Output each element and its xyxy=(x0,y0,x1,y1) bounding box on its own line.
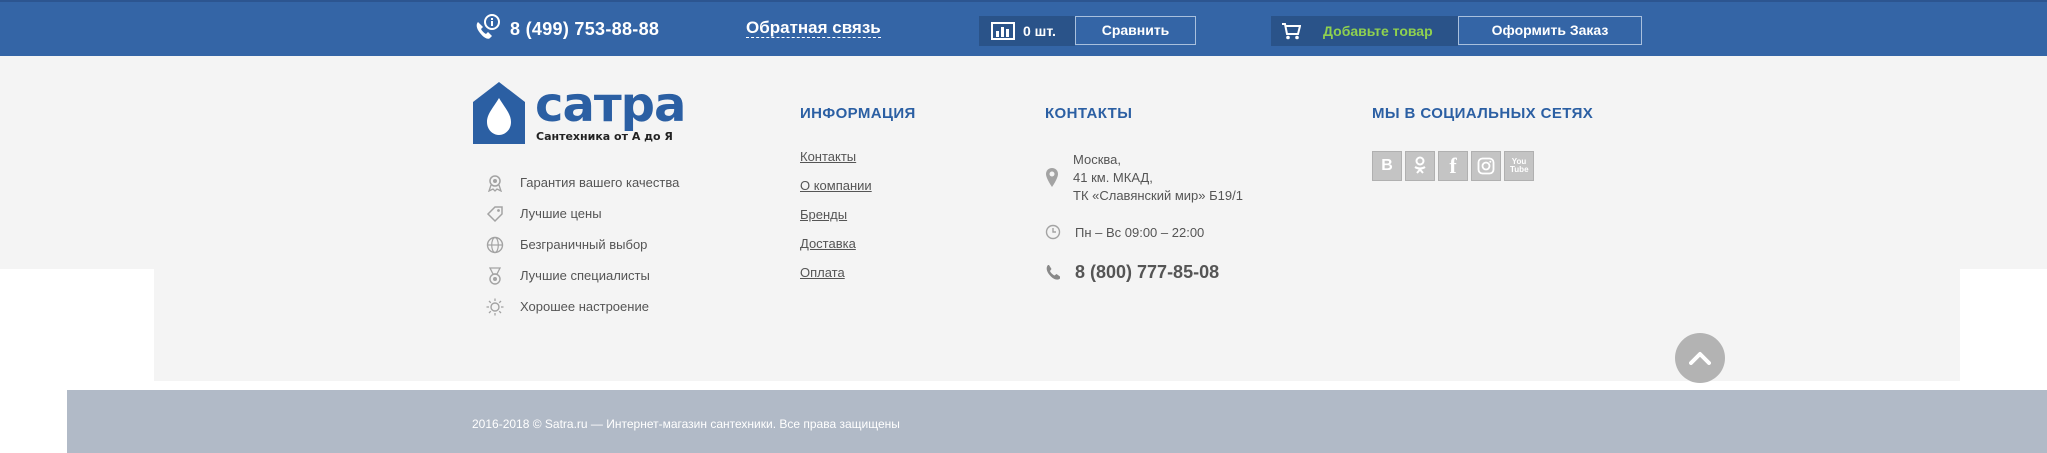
feature-label: Лучшие специалисты xyxy=(520,268,650,283)
right-gap xyxy=(1960,269,2047,369)
feature-label: Лучшие цены xyxy=(520,206,602,221)
left-gap xyxy=(0,269,154,381)
feature-item: Гарантия вашего качества xyxy=(486,167,679,198)
contact-address: Москва, 41 км. МКАД, ТК «Славянский мир»… xyxy=(1045,151,1243,205)
feature-item: Безграничный выбор xyxy=(486,229,679,260)
top-bar: 8 (499) 753-88-88 Обратная связь 0 шт. С… xyxy=(0,0,2047,56)
phone-info-icon xyxy=(476,14,500,39)
link-about[interactable]: О компании xyxy=(800,177,872,206)
social-icons: В f You Tube xyxy=(1372,151,1537,181)
contact-phone-number[interactable]: 8 (800) 777-85-08 xyxy=(1075,262,1219,283)
link-contacts[interactable]: Контакты xyxy=(800,148,872,177)
link-payment[interactable]: Оплата xyxy=(800,264,872,293)
logo-drop-icon[interactable] xyxy=(473,82,525,144)
header-phone-number[interactable]: 8 (499) 753-88-88 xyxy=(510,19,659,40)
badge-icon xyxy=(487,174,503,192)
logo-tagline: Сантехника от А до Я xyxy=(536,130,673,143)
feature-label: Хорошее настроение xyxy=(520,299,649,314)
compare-count: 0 шт. xyxy=(1023,23,1056,39)
cart-icon xyxy=(1282,23,1301,40)
address-line: ТК «Славянский мир» Б19/1 xyxy=(1073,188,1243,203)
map-pin-icon xyxy=(1046,168,1058,187)
contacts-title: КОНТАКТЫ xyxy=(1045,105,1133,122)
instagram-icon[interactable] xyxy=(1471,151,1501,181)
compare-counter[interactable]: 0 шт. xyxy=(979,16,1075,46)
facebook-icon[interactable]: f xyxy=(1438,151,1468,181)
feature-item: Лучшие цены xyxy=(486,198,679,229)
contact-phone[interactable]: 8 (800) 777-85-08 xyxy=(1045,262,1219,283)
odnoklassniki-icon[interactable] xyxy=(1405,151,1435,181)
feature-label: Безграничный выбор xyxy=(520,237,648,252)
logo-text[interactable]: сатра xyxy=(535,80,686,130)
feature-item: Хорошее настроение xyxy=(486,291,679,322)
scroll-top-button[interactable] xyxy=(1675,333,1725,383)
feature-label: Гарантия вашего качества xyxy=(520,175,680,190)
compare-button[interactable]: Сравнить xyxy=(1075,16,1196,45)
cart-add-goods-text: Добавьте товар xyxy=(1323,23,1433,39)
sun-icon xyxy=(486,298,504,315)
clock-icon xyxy=(1045,224,1061,240)
link-brands[interactable]: Бренды xyxy=(800,206,872,235)
youtube-glyph: You Tube xyxy=(1510,157,1529,174)
phone-icon xyxy=(1046,265,1060,280)
medal-icon xyxy=(488,266,502,285)
bottom-bar: 2016-2018 © Satra.ru — Интернет-магазин … xyxy=(67,390,2047,453)
tag-icon xyxy=(486,205,503,222)
contact-hours: Пн – Вс 09:00 – 22:00 xyxy=(1045,224,1204,242)
cart-status[interactable]: Добавьте товар xyxy=(1271,16,1458,46)
features-list: Гарантия вашего качества Лучшие цены Без… xyxy=(486,167,679,322)
link-delivery[interactable]: Доставка xyxy=(800,235,872,264)
copyright-text: 2016-2018 © Satra.ru — Интернет-магазин … xyxy=(472,417,900,431)
globe-icon xyxy=(486,236,504,253)
youtube-icon[interactable]: You Tube xyxy=(1504,151,1534,181)
social-title: МЫ В СОЦИАЛЬНЫХ СЕТЯХ xyxy=(1372,105,1594,122)
info-title: ИНФОРМАЦИЯ xyxy=(800,105,916,122)
footer-main xyxy=(0,56,2047,269)
chevron-up-icon xyxy=(1689,352,1711,365)
feedback-link[interactable]: Обратная связь xyxy=(746,19,881,38)
header-phone[interactable]: 8 (499) 753-88-88 xyxy=(472,14,659,44)
address-line: Москва, xyxy=(1073,152,1121,167)
address-line: 41 км. МКАД, xyxy=(1073,170,1153,185)
info-links: Контакты О компании Бренды Доставка Опла… xyxy=(800,148,872,293)
bar-chart-icon xyxy=(991,22,1015,40)
address-text: Москва, 41 км. МКАД, ТК «Славянский мир»… xyxy=(1073,151,1243,205)
place-order-button[interactable]: Оформить Заказ xyxy=(1458,16,1642,45)
vk-icon[interactable]: В xyxy=(1372,151,1402,181)
feature-item: Лучшие специалисты xyxy=(486,260,679,291)
hours-text: Пн – Вс 09:00 – 22:00 xyxy=(1075,225,1205,240)
